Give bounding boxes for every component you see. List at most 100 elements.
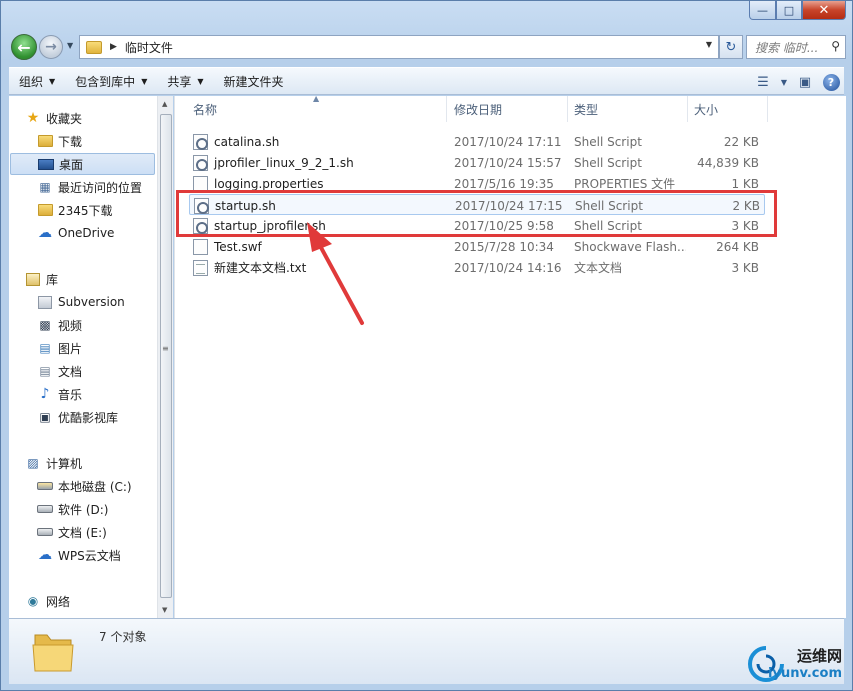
sidebar-item-label: WPS云文档 — [58, 548, 121, 563]
file-date: 2017/10/24 15:57 — [454, 155, 562, 170]
script-file-icon — [193, 154, 208, 171]
sidebar-item-subversion[interactable]: Subversion — [37, 291, 157, 313]
file-date: 2017/10/24 17:11 — [454, 134, 562, 149]
file-size: 44,839 KB — [697, 155, 759, 170]
sidebar-item-drive-d[interactable]: 软件 (D:) — [37, 498, 157, 520]
column-header-type[interactable]: 类型 — [568, 96, 688, 122]
organize-label: 组织 — [19, 74, 44, 89]
sidebar-item-label: 本地磁盘 (C:) — [58, 479, 132, 494]
file-size: 2 KB — [732, 198, 760, 213]
file-name: Test.swf — [214, 239, 262, 254]
file-date: 2017/10/25 9:58 — [454, 218, 554, 233]
library-icon — [25, 272, 41, 286]
file-size: 22 KB — [723, 134, 759, 149]
maximize-button[interactable]: □ — [776, 1, 802, 20]
sidebar-item-music[interactable]: ♪ 音乐 — [37, 383, 157, 405]
preview-pane-icon[interactable]: ▣ — [792, 71, 818, 93]
sidebar-item-label: 计算机 — [46, 456, 83, 471]
back-arrow-icon[interactable]: ← — [11, 34, 37, 60]
file-type: PROPERTIES 文件 — [574, 177, 676, 191]
grip-icon: ≡ — [162, 344, 169, 353]
file-row[interactable]: catalina.sh 2017/10/24 17:11 Shell Scrip… — [189, 131, 765, 152]
sidebar-item-videos[interactable]: ▩ 视频 — [37, 314, 157, 336]
sidebar-item-libraries[interactable]: 库 — [25, 268, 157, 290]
blank-file-icon — [193, 175, 208, 192]
scrollbar-thumb[interactable] — [160, 114, 172, 598]
help-icon: ? — [822, 73, 840, 91]
sidebar-item-2345-downloads[interactable]: 2345下载 — [37, 199, 157, 221]
library-icon: ▣ — [39, 410, 51, 424]
close-button[interactable]: ✕ — [802, 1, 846, 20]
view-options-icon[interactable]: ☰ — [750, 71, 776, 93]
chevron-right-icon[interactable]: ▶ — [110, 42, 117, 52]
file-size: 3 KB — [731, 218, 759, 233]
include-in-library-button[interactable]: 包含到库中 ▼ — [65, 68, 157, 94]
address-row: ← → ▼ ▶ 临时文件 ▼ ↻ 搜索 临时... ⚲ — [9, 34, 846, 60]
scroll-up-icon[interactable]: ▲ — [162, 100, 167, 108]
column-header-date[interactable]: 修改日期 — [448, 96, 568, 122]
item-count: 7 个对象 — [99, 630, 147, 644]
sidebar-item-youku-library[interactable]: ▣ 优酷影视库 — [37, 406, 157, 428]
sidebar-item-drive-e[interactable]: 文档 (E:) — [37, 521, 157, 543]
sidebar-scrollbar[interactable]: ▲ ≡ ▼ — [157, 96, 173, 618]
search-input[interactable]: 搜索 临时... ⚲ — [746, 35, 846, 59]
file-name: logging.properties — [214, 176, 324, 191]
system-drive-icon — [37, 479, 53, 493]
column-header-name[interactable]: 名称 — [187, 96, 447, 122]
sidebar-item-recent-places[interactable]: ▦ 最近访问的位置 — [37, 176, 157, 198]
sidebar-item-documents[interactable]: ▤ 文档 — [37, 360, 157, 382]
address-bar[interactable]: ▶ 临时文件 ▼ — [79, 35, 719, 59]
sidebar-item-computer[interactable]: ▨ 计算机 — [25, 452, 157, 474]
file-row[interactable]: startup.sh 2017/10/24 17:15 Shell Script… — [189, 194, 765, 215]
file-row[interactable]: startup_jprofiler.sh 2017/10/25 9:58 She… — [189, 215, 765, 236]
caption-buttons: — □ ✕ — [749, 1, 846, 20]
share-button[interactable]: 共享 ▼ — [157, 68, 213, 94]
sidebar-item-desktop[interactable]: 桌面 — [10, 153, 155, 175]
file-name: 新建文本文档.txt — [214, 261, 307, 275]
script-file-icon — [194, 197, 209, 214]
watermark-title: 运维网 — [796, 647, 842, 665]
sidebar-item-label: 收藏夹 — [46, 111, 83, 126]
file-row[interactable]: jprofiler_linux_9_2_1.sh 2017/10/24 15:5… — [189, 152, 765, 173]
file-row[interactable]: 新建文本文档.txt 2017/10/24 14:16 文本文档 3 KB — [189, 257, 765, 278]
scroll-down-icon[interactable]: ▼ — [162, 606, 167, 614]
file-row[interactable]: logging.properties 2017/5/16 19:35 PROPE… — [189, 173, 765, 194]
file-list: ▲ 名称 修改日期 类型 大小 catalina.sh 2017/10/24 1… — [174, 94, 846, 618]
sidebar-item-wps-cloud[interactable]: ☁ WPS云文档 — [37, 544, 157, 566]
video-icon: ▩ — [39, 318, 51, 332]
file-date: 2017/10/24 14:16 — [454, 260, 562, 275]
file-name: startup_jprofiler.sh — [214, 218, 326, 233]
network-icon: ◉ — [27, 594, 39, 608]
minimize-button[interactable]: — — [749, 1, 776, 20]
folder-icon — [37, 203, 53, 217]
sidebar-item-label: 2345下载 — [58, 203, 113, 218]
star-icon: ★ — [26, 110, 40, 126]
organize-button[interactable]: 组织 ▼ — [9, 68, 65, 94]
sidebar-item-network[interactable]: ◉ 网络 — [25, 590, 157, 612]
view-dropdown-icon[interactable]: ▼ — [776, 71, 792, 93]
recent-pages-chevron-icon[interactable]: ▼ — [67, 41, 73, 50]
script-file-icon — [193, 217, 208, 234]
sidebar-item-label: 桌面 — [59, 157, 84, 172]
address-dropdown-icon[interactable]: ▼ — [706, 40, 712, 49]
recent-places-icon: ▦ — [39, 180, 51, 194]
share-label: 共享 — [167, 74, 192, 89]
forward-arrow-icon[interactable]: → — [39, 35, 63, 59]
breadcrumb-current[interactable]: 临时文件 — [125, 39, 173, 56]
sidebar-item-drive-c[interactable]: 本地磁盘 (C:) — [37, 475, 157, 497]
refresh-button[interactable]: ↻ — [719, 35, 743, 59]
help-button[interactable]: ? — [818, 71, 844, 93]
file-type: 文本文档 — [574, 261, 623, 275]
sidebar-item-label: 库 — [46, 272, 59, 287]
file-row[interactable]: Test.swf 2015/7/28 10:34 Shockwave Flash… — [189, 236, 765, 257]
sidebar-item-favorites[interactable]: ★ 收藏夹 — [25, 107, 157, 129]
sidebar-item-label: 文档 — [58, 364, 83, 379]
sidebar-item-downloads[interactable]: 下载 — [37, 130, 157, 152]
new-folder-button[interactable]: 新建文件夹 — [214, 68, 294, 94]
sidebar-item-pictures[interactable]: ▤ 图片 — [37, 337, 157, 359]
search-icon[interactable]: ⚲ — [831, 39, 840, 53]
column-header-size[interactable]: 大小 — [688, 96, 768, 122]
sidebar-item-onedrive[interactable]: ☁ OneDrive — [37, 222, 157, 244]
dropdown-arrow-icon: ▼ — [141, 76, 148, 86]
dropdown-arrow-icon: ▼ — [197, 76, 204, 86]
